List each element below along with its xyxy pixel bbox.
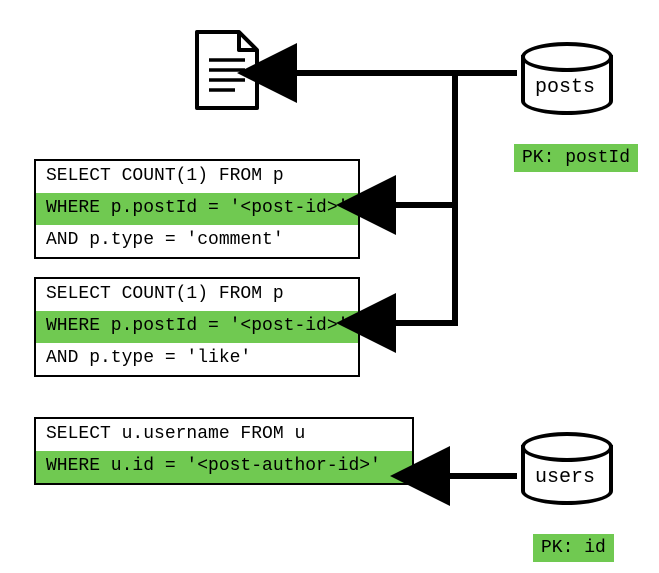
database-users-label: users [521,466,609,489]
database-posts-label: posts [521,76,609,99]
database-users: users [521,432,609,502]
diagram-canvas: posts PK: postId users PK: id SELECT COU… [0,0,659,573]
database-posts: posts [521,42,609,112]
